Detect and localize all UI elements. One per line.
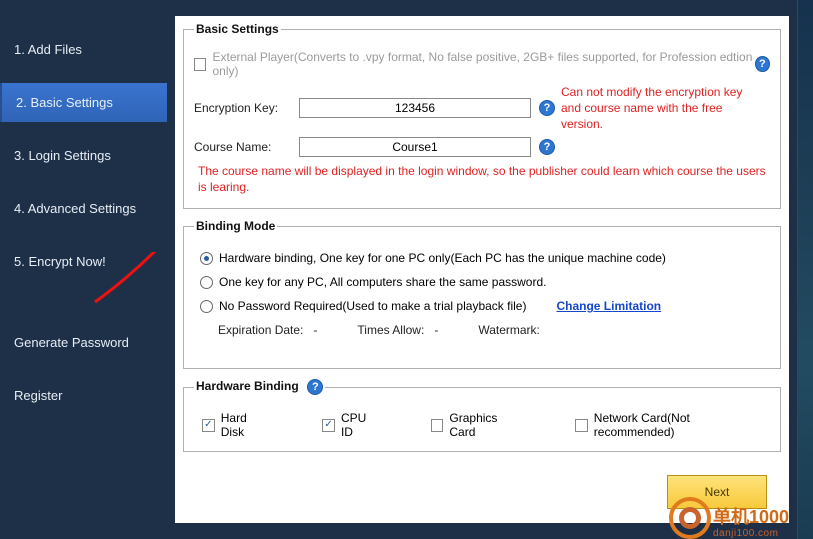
hard-disk-checkbox[interactable]: ✓ xyxy=(202,419,215,432)
course-name-label: Course Name: xyxy=(194,140,299,154)
nav-login-settings[interactable]: 3. Login Settings xyxy=(0,136,167,175)
radio-no-password[interactable] xyxy=(200,300,213,313)
hardware-binding-panel: Hardware Binding ? ✓ Hard Disk ✓ CPU ID … xyxy=(183,379,781,452)
hard-disk-label: Hard Disk xyxy=(221,411,272,439)
help-icon[interactable]: ? xyxy=(755,56,770,72)
nav-generate-password[interactable]: Generate Password xyxy=(0,323,167,362)
encryption-key-label: Encryption Key: xyxy=(194,101,299,115)
expiration-label: Expiration Date: xyxy=(218,323,303,337)
expiration-value: - xyxy=(313,323,317,337)
help-icon[interactable]: ? xyxy=(539,100,555,116)
binding-mode-panel: Binding Mode Hardware binding, One key f… xyxy=(183,219,781,369)
radio-no-password-label: No Password Required(Used to make a tria… xyxy=(219,299,526,313)
logo-icon xyxy=(669,497,711,539)
nav-advanced-settings[interactable]: 4. Advanced Settings xyxy=(0,189,167,228)
right-decor-strip xyxy=(797,0,813,539)
course-name-input[interactable] xyxy=(299,137,531,157)
free-version-warning: Can not modify the encryption key and co… xyxy=(561,84,751,133)
external-player-label: External Player(Converts to .vpy format,… xyxy=(212,50,754,78)
encryption-key-input[interactable] xyxy=(299,98,531,118)
logo-line1: 单机1000 xyxy=(713,508,789,528)
radio-any-pc-label: One key for any PC, All computers share … xyxy=(219,275,546,289)
external-player-checkbox[interactable] xyxy=(194,58,206,71)
nav-add-files[interactable]: 1. Add Files xyxy=(0,30,167,69)
graphics-card-label: Graphics Card xyxy=(449,411,525,439)
times-allow-label: Times Allow: xyxy=(357,323,424,337)
course-note: The course name will be displayed in the… xyxy=(198,163,770,197)
logo-line2: danji100.com xyxy=(713,528,789,539)
nav-basic-settings[interactable]: 2. Basic Settings xyxy=(0,83,167,122)
help-icon[interactable]: ? xyxy=(539,139,555,155)
basic-settings-legend: Basic Settings xyxy=(194,22,281,36)
binding-mode-legend: Binding Mode xyxy=(194,219,277,233)
nav-register[interactable]: Register xyxy=(0,376,167,415)
hardware-binding-legend: Hardware Binding ? xyxy=(194,379,325,395)
sidebar: 1. Add Files 2. Basic Settings 3. Login … xyxy=(0,0,167,539)
help-icon[interactable]: ? xyxy=(307,379,323,395)
radio-any-pc[interactable] xyxy=(200,276,213,289)
site-logo: 单机1000 danji100.com xyxy=(669,497,789,539)
cpu-id-checkbox[interactable]: ✓ xyxy=(322,419,335,432)
network-card-label: Network Card(Not recommended) xyxy=(594,411,770,439)
cpu-id-label: CPU ID xyxy=(341,411,381,439)
main-panel: Basic Settings External Player(Converts … xyxy=(175,16,789,523)
graphics-card-checkbox[interactable] xyxy=(431,419,444,432)
radio-hardware-binding[interactable] xyxy=(200,252,213,265)
basic-settings-panel: Basic Settings External Player(Converts … xyxy=(183,22,781,209)
times-allow-value: - xyxy=(434,323,438,337)
network-card-checkbox[interactable] xyxy=(575,419,588,432)
change-limitation-link[interactable]: Change Limitation xyxy=(556,299,661,313)
nav-encrypt-now[interactable]: 5. Encrypt Now! xyxy=(0,242,167,281)
radio-hardware-label: Hardware binding, One key for one PC onl… xyxy=(219,251,666,265)
watermark-label: Watermark: xyxy=(478,323,540,337)
